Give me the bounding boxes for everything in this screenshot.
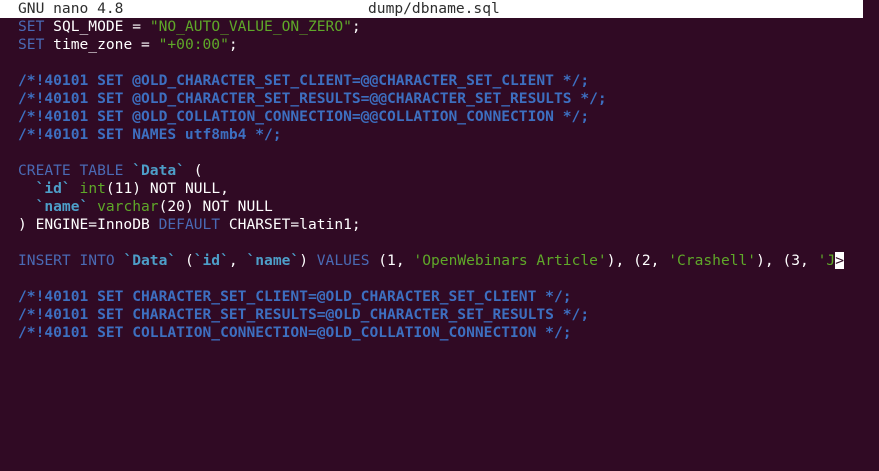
code-line-10[interactable]: `id` int(11) NOT NULL, [18,180,863,198]
code-line-18[interactable]: /*!40101 SET COLLATION_CONNECTION=@OLD_C… [18,324,863,342]
code-line-5[interactable]: /*!40101 SET @OLD_CHARACTER_SET_RESULTS=… [18,90,863,108]
code-line-14[interactable]: INSERT INTO `Data` (`id`, `name`) VALUES… [18,252,863,270]
code-line-11[interactable]: `name` varchar(20) NOT NULL [18,198,863,216]
editor-name: GNU nano 4.8 [18,0,124,17]
code-line-blank[interactable] [18,270,863,288]
code-line-6[interactable]: /*!40101 SET @OLD_COLLATION_CONNECTION=@… [18,108,863,126]
file-name: dump/dbname.sql [368,0,500,17]
code-line-12[interactable]: ) ENGINE=InnoDB DEFAULT CHARSET=latin1; [18,216,863,234]
code-line-blank[interactable] [18,234,863,252]
code-line-7[interactable]: /*!40101 SET NAMES utf8mb4 */; [18,126,863,144]
code-line-2[interactable]: SET time_zone = "+00:00"; [18,36,863,54]
code-line-9[interactable]: CREATE TABLE `Data` ( [18,162,863,180]
code-line-17[interactable]: /*!40101 SET CHARACTER_SET_RESULTS=@OLD_… [18,306,863,324]
code-line-4[interactable]: /*!40101 SET @OLD_CHARACTER_SET_CLIENT=@… [18,72,863,90]
line-overflow-marker: > [835,252,844,269]
editor-text-area[interactable]: SET SQL_MODE = "NO_AUTO_VALUE_ON_ZERO"; … [18,18,863,458]
code-line-16[interactable]: /*!40101 SET CHARACTER_SET_CLIENT=@OLD_C… [18,288,863,306]
code-line-1[interactable]: SET SQL_MODE = "NO_AUTO_VALUE_ON_ZERO"; [18,18,863,36]
code-line-blank[interactable] [18,54,863,72]
terminal-window: GNU nano 4.8 dump/dbname.sql SET SQL_MOD… [0,0,879,471]
code-line-blank[interactable] [18,144,863,162]
nano-title-bar: GNU nano 4.8 dump/dbname.sql [0,0,863,18]
